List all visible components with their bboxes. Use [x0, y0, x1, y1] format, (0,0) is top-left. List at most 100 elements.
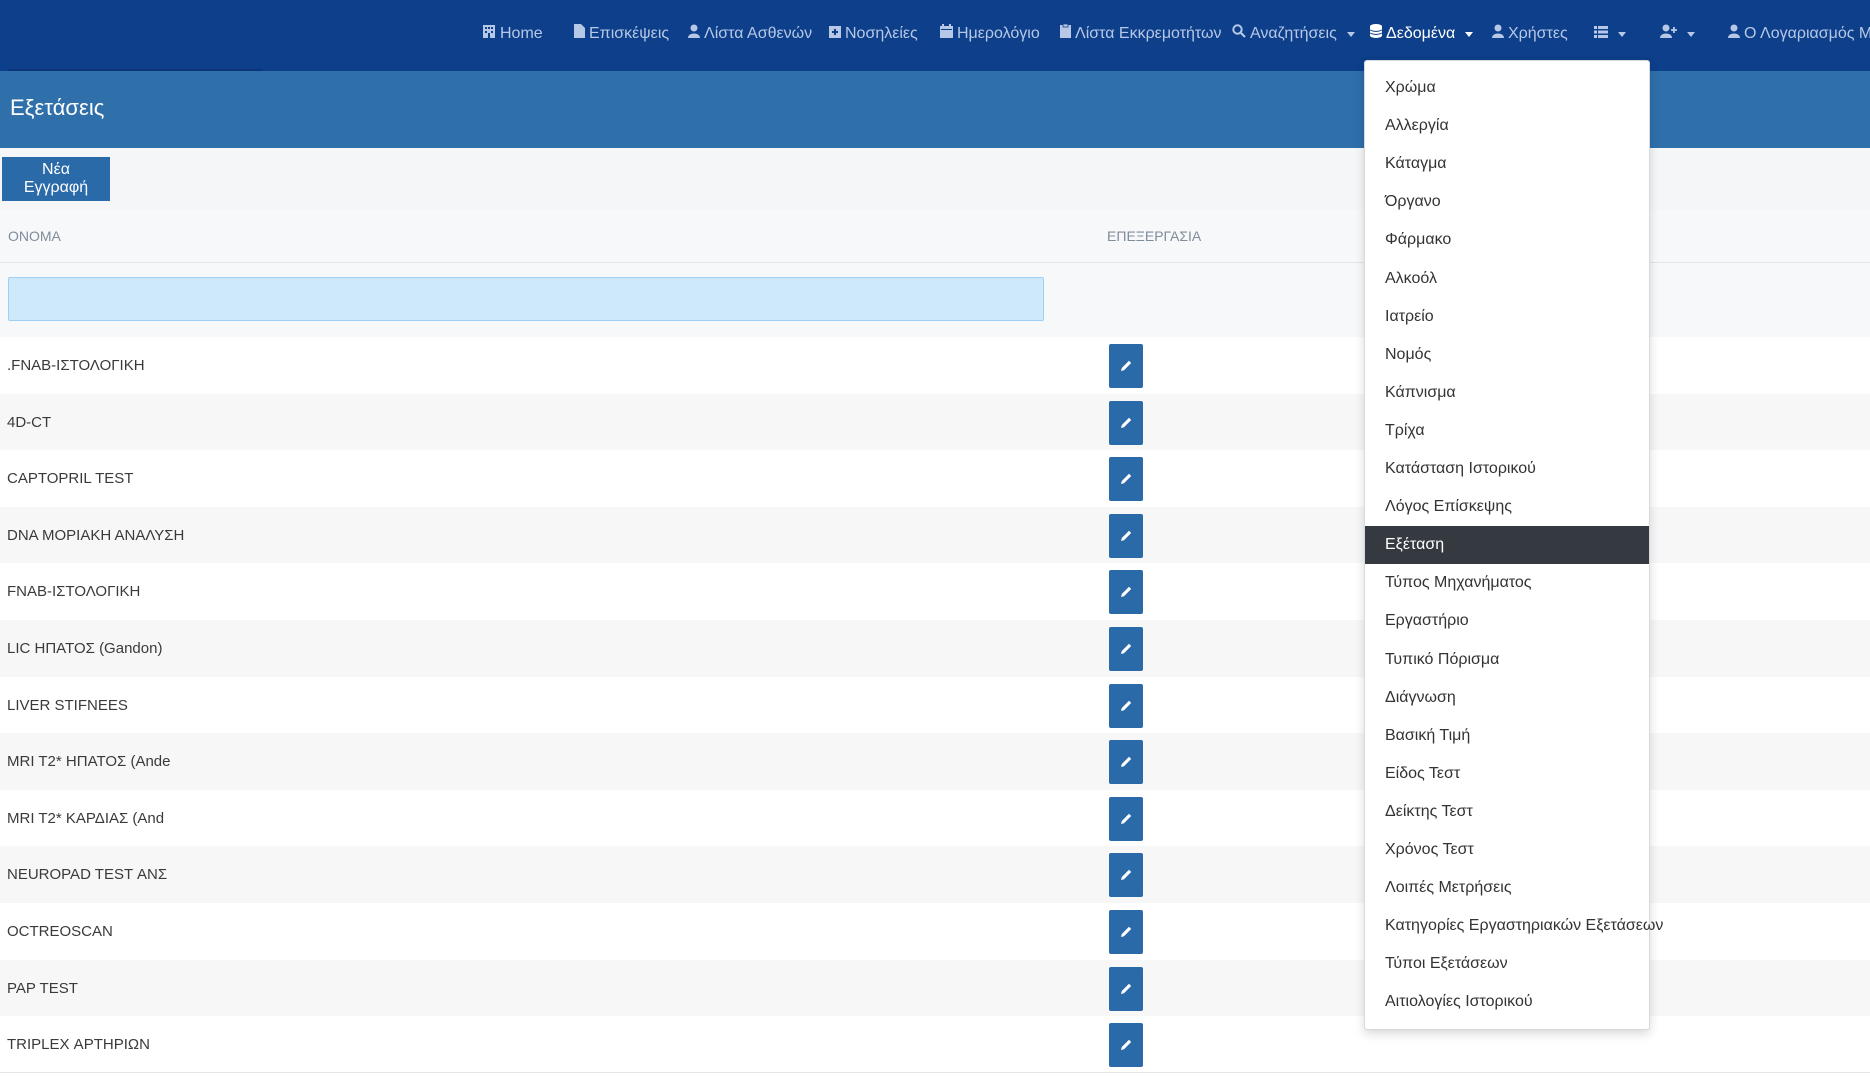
dropdown-item[interactable]: Είδος Τεστ — [1365, 755, 1649, 793]
exam-name: OCTREOSCAN — [7, 923, 113, 940]
nav-patient-list[interactable]: Λίστα Ασθενών — [688, 18, 812, 50]
dropdown-item[interactable]: Κατάσταση Ιστορικού — [1365, 450, 1649, 488]
nav-my-account[interactable]: Ο Λογαριασμός Μου — [1728, 18, 1870, 50]
chevron-down-icon — [1346, 31, 1355, 37]
dropdown-item[interactable]: Χρώμα — [1365, 69, 1649, 107]
edit-button[interactable] — [1109, 796, 1143, 841]
exam-name: .FNAB-ΙΣΤΟΛΟΓΙΚΗ — [7, 357, 145, 374]
edit-button[interactable] — [1109, 853, 1143, 898]
dropdown-item[interactable]: Όργανο — [1365, 183, 1649, 221]
dropdown-item[interactable]: Αλλεργία — [1365, 107, 1649, 145]
page-title: Εξετάσεις — [10, 95, 105, 120]
chevron-down-icon — [1618, 31, 1626, 37]
chevron-down-icon — [1465, 31, 1474, 37]
exam-name: 4D-CT — [7, 413, 52, 431]
exam-name: LIVER STIFNEES — [7, 696, 128, 714]
edit-button[interactable] — [1109, 1023, 1143, 1068]
dropdown-item[interactable]: Βασική Τιμή — [1365, 717, 1649, 755]
nav-hospitalizations[interactable]: Νοσηλείες — [829, 18, 918, 50]
nav-users-label: Χρήστες — [1508, 25, 1568, 42]
edit-button[interactable] — [1109, 570, 1143, 615]
column-header-name[interactable]: ΟΝΟΜΑ — [8, 228, 61, 244]
dropdown-item[interactable]: Φάρμακο — [1365, 221, 1649, 259]
dropdown-item[interactable]: Τύποι Εξετάσεων — [1365, 945, 1649, 983]
dropdown-item[interactable]: Κάπνισμα — [1365, 374, 1649, 412]
dropdown-item[interactable]: Τρίχα — [1365, 412, 1649, 450]
edit-button[interactable] — [1109, 457, 1143, 502]
dropdown-item[interactable]: Τύπος Μηχανήματος — [1365, 564, 1649, 602]
edit-button[interactable] — [1109, 400, 1143, 445]
dropdown-item[interactable]: Αλκοόλ — [1365, 260, 1649, 298]
list-icon — [1594, 18, 1608, 50]
dropdown-item[interactable]: Κάταγμα — [1365, 145, 1649, 183]
exam-name: NEUROPAD TEST ΑΝΣ — [7, 866, 168, 884]
dropdown-item[interactable]: Κατηγορίες Εργαστηριακών Εξετάσεων — [1365, 907, 1663, 945]
pencil-icon — [1121, 1039, 1132, 1051]
nav-visits[interactable]: Επισκέψεις — [574, 18, 669, 50]
calendar-icon — [940, 18, 953, 50]
search-icon — [1232, 18, 1246, 50]
chevron-down-icon — [1687, 31, 1695, 37]
pencil-icon — [1121, 700, 1132, 711]
dropdown-item[interactable]: Διάγνωση — [1365, 679, 1649, 717]
user-icon — [688, 18, 700, 50]
dropdown-item[interactable]: Τυπικό Πόρισμα — [1365, 641, 1649, 679]
pencil-icon — [1121, 587, 1132, 598]
exam-name: MRI T2* ΗΠΑΤΟΣ (Ande — [7, 753, 171, 771]
dropdown-item[interactable]: Λόγος Επίσκεψης — [1365, 488, 1649, 526]
table-bottom-border — [0, 1072, 1870, 1073]
database-icon — [1369, 18, 1383, 50]
dropdown-item[interactable]: Ιατρείο — [1365, 298, 1649, 336]
edit-button[interactable] — [1109, 740, 1143, 785]
nav-searches-label: Αναζητήσεις — [1250, 25, 1337, 42]
user-plus-icon — [1660, 18, 1677, 50]
building-icon — [482, 18, 496, 50]
dropdown-item[interactable]: Εργαστήριο — [1365, 602, 1649, 640]
edit-button[interactable] — [1109, 627, 1143, 671]
exam-name: CAPTOPRIL TEST — [7, 470, 134, 488]
exam-name: MRI T2* ΚΑΡΔΙΑΣ (And — [7, 809, 165, 827]
pencil-icon — [1121, 530, 1132, 541]
nav-pending-list[interactable]: Λίστα Εκκρεμοτήτων — [1060, 18, 1222, 50]
pencil-icon — [1121, 926, 1132, 937]
new-record-button[interactable]: Νέα Εγγραφή — [2, 157, 110, 201]
dropdown-item[interactable]: Χρόνος Τεστ — [1365, 831, 1649, 869]
exam-name: FNAB-ΙΣΤΟΛΟΓΙΚΗ — [7, 583, 141, 601]
nav-data-label: Δεδομένα — [1386, 25, 1456, 42]
edit-button[interactable] — [1109, 683, 1143, 728]
edit-button[interactable] — [1109, 344, 1143, 388]
nav-hospitalizations-label: Νοσηλείες — [845, 25, 918, 42]
file-icon — [574, 18, 585, 50]
dropdown-item[interactable]: Νομός — [1365, 336, 1649, 374]
nav-list-menu[interactable] — [1594, 18, 1626, 50]
exam-name: PAP TEST — [7, 979, 78, 997]
dropdown-item[interactable]: Αιτιολογίες Ιστορικού — [1365, 983, 1649, 1021]
user-icon — [1728, 18, 1740, 50]
nav-data[interactable]: Δεδομένα — [1369, 18, 1474, 50]
nav-searches[interactable]: Αναζητήσεις — [1232, 18, 1355, 50]
dropdown-item[interactable]: Δείκτης Τεστ — [1365, 793, 1649, 831]
data-dropdown-menu: Χρώμα Αλλεργία Κάταγμα Όργανο Φάρμακο Αλκοόλ Ι… — [1364, 60, 1663, 1030]
pencil-icon — [1121, 813, 1132, 824]
name-filter-input[interactable] — [8, 277, 1044, 321]
pencil-icon — [1121, 870, 1132, 881]
user-icon — [1492, 18, 1504, 50]
nav-pending-list-label: Λίστα Εκκρεμοτήτων — [1075, 25, 1222, 42]
nav-home-label: Home — [500, 25, 543, 42]
dropdown-item[interactable]: Εξέταση — [1365, 526, 1649, 565]
pencil-icon — [1121, 417, 1132, 428]
nav-calendar[interactable]: Ημερολόγιο — [940, 18, 1040, 50]
dropdown-item[interactable]: Λοιπές Μετρήσεις — [1365, 869, 1649, 907]
edit-button[interactable] — [1109, 910, 1143, 954]
pencil-icon — [1121, 360, 1132, 371]
nav-home[interactable]: Home — [482, 18, 543, 50]
exam-name: LIC ΗΠΑΤΟΣ (Gandon) — [7, 640, 163, 657]
nav-add-user-menu[interactable] — [1660, 18, 1695, 50]
nav-patient-list-label: Λίστα Ασθενών — [704, 25, 813, 42]
edit-button[interactable] — [1109, 966, 1143, 1011]
nav-users[interactable]: Χρήστες — [1492, 18, 1568, 50]
edit-button[interactable] — [1109, 513, 1143, 558]
nav-calendar-label: Ημερολόγιο — [957, 25, 1040, 42]
exam-name: TRIPLEX ΑΡΤΗΡΙΩΝ — [7, 1036, 150, 1054]
nav-my-account-label: Ο Λογαριασμός Μου — [1744, 25, 1870, 42]
